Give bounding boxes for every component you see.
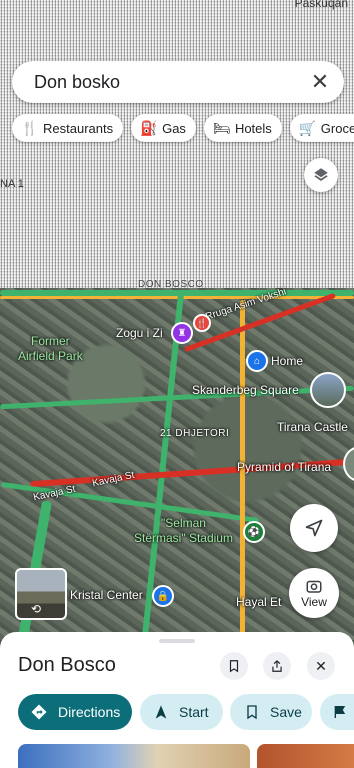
close-icon: ✕ — [315, 657, 327, 674]
chip-restaurants[interactable]: 🍴 Restaurants — [12, 114, 124, 142]
map-label-zogu[interactable]: Zogu i Zi — [116, 326, 163, 340]
place-sheet[interactable]: Don Bosco ✕ Directions Start Save — [0, 632, 354, 768]
view-label: View — [301, 595, 327, 609]
map-label-kristal[interactable]: Kristal Center — [70, 588, 143, 602]
category-chips: 🍴 Restaurants ⛽ Gas 🛏 Hotels 🛒 Groceri — [12, 114, 354, 144]
map-label-dhjetori: 21 DHJETORI — [160, 428, 230, 439]
chip-groceries[interactable]: 🛒 Groceri — [289, 114, 354, 142]
shopping-pin-icon[interactable]: 🔒 — [152, 585, 174, 607]
directions-icon — [31, 704, 47, 720]
navigation-arrow-icon — [305, 519, 323, 537]
search-bar[interactable]: Don bosko ✕ — [12, 61, 344, 103]
camera-icon — [306, 580, 322, 593]
layers-icon — [314, 168, 328, 181]
cart-icon: 🛒 — [298, 120, 317, 136]
close-sheet-button[interactable]: ✕ — [307, 652, 335, 680]
home-pin-icon[interactable]: ⌂ — [246, 350, 268, 372]
drag-handle[interactable] — [159, 639, 195, 643]
navigation-icon — [155, 705, 167, 719]
status-carrier: Paskuqan — [294, 0, 348, 10]
place-title: Don Bosco — [18, 654, 116, 676]
restaurant-icon: 🍴 — [21, 120, 39, 136]
photo-thumbnail[interactable] — [257, 744, 354, 768]
map-label-hayal[interactable]: Hayal Et — [236, 595, 281, 609]
label-button[interactable] — [320, 694, 354, 730]
start-button[interactable]: Start — [140, 694, 223, 730]
search-input[interactable]: Don bosko — [34, 72, 120, 93]
bookmark-button[interactable] — [220, 652, 248, 680]
directions-label: Directions — [58, 704, 121, 720]
hotel-icon: 🛏 — [212, 120, 231, 136]
chip-hotels[interactable]: 🛏 Hotels — [203, 114, 282, 142]
chip-label: Groceri — [320, 120, 354, 136]
flag-icon — [334, 706, 346, 718]
stadium-pin-icon[interactable]: ⚽ — [243, 521, 265, 543]
map-label-na: NA 1 — [0, 178, 24, 190]
street-view-thumbnail[interactable]: ⟲ — [15, 568, 67, 620]
save-button[interactable]: Save — [230, 694, 312, 730]
map-label-selman-stadium[interactable]: "Selman Stërmasi" Stadium — [134, 516, 233, 546]
map-label-former-airfield[interactable]: Former Airfield Park — [18, 334, 83, 364]
map-label-area: DON BOSCO — [138, 279, 204, 290]
start-label: Start — [179, 704, 209, 720]
chip-gas[interactable]: ⛽ Gas — [131, 114, 196, 142]
photo-thumbnail[interactable] — [18, 744, 250, 768]
chip-label: Hotels — [234, 120, 272, 136]
restaurant-pin-icon[interactable]: 🍴 — [193, 314, 211, 332]
bookmark-icon — [229, 660, 239, 673]
chip-label: Gas — [162, 120, 186, 136]
street-view-button[interactable]: View — [289, 568, 339, 618]
map-loading-tiles — [0, 0, 354, 288]
my-location-button[interactable] — [290, 504, 338, 552]
map-label-pyramid[interactable]: Pyramid of Tirana — [237, 460, 331, 474]
share-icon — [272, 660, 282, 672]
map-label-skanderbeg[interactable]: Skanderbeg Square — [192, 383, 299, 397]
share-button[interactable] — [263, 652, 291, 680]
photo-pin-partial[interactable] — [343, 446, 354, 482]
road-segment — [0, 385, 354, 410]
rotate-360-icon: ⟲ — [31, 602, 42, 616]
photo-pin[interactable] — [310, 372, 346, 408]
layers-button[interactable] — [304, 158, 338, 192]
close-icon[interactable]: ✕ — [308, 70, 332, 94]
directions-button[interactable]: Directions — [18, 694, 132, 730]
save-label: Save — [270, 704, 302, 720]
gas-icon: ⛽ — [140, 120, 158, 136]
landmark-pin-icon[interactable]: ♜ — [171, 322, 193, 344]
map-label-home[interactable]: Home — [271, 354, 303, 368]
map-label-kavaja-2: Kavaja St — [91, 469, 136, 490]
chip-label: Restaurants — [43, 120, 114, 136]
map-label-tirana-castle[interactable]: Tirana Castle — [277, 420, 348, 434]
bookmark-icon — [247, 705, 257, 720]
